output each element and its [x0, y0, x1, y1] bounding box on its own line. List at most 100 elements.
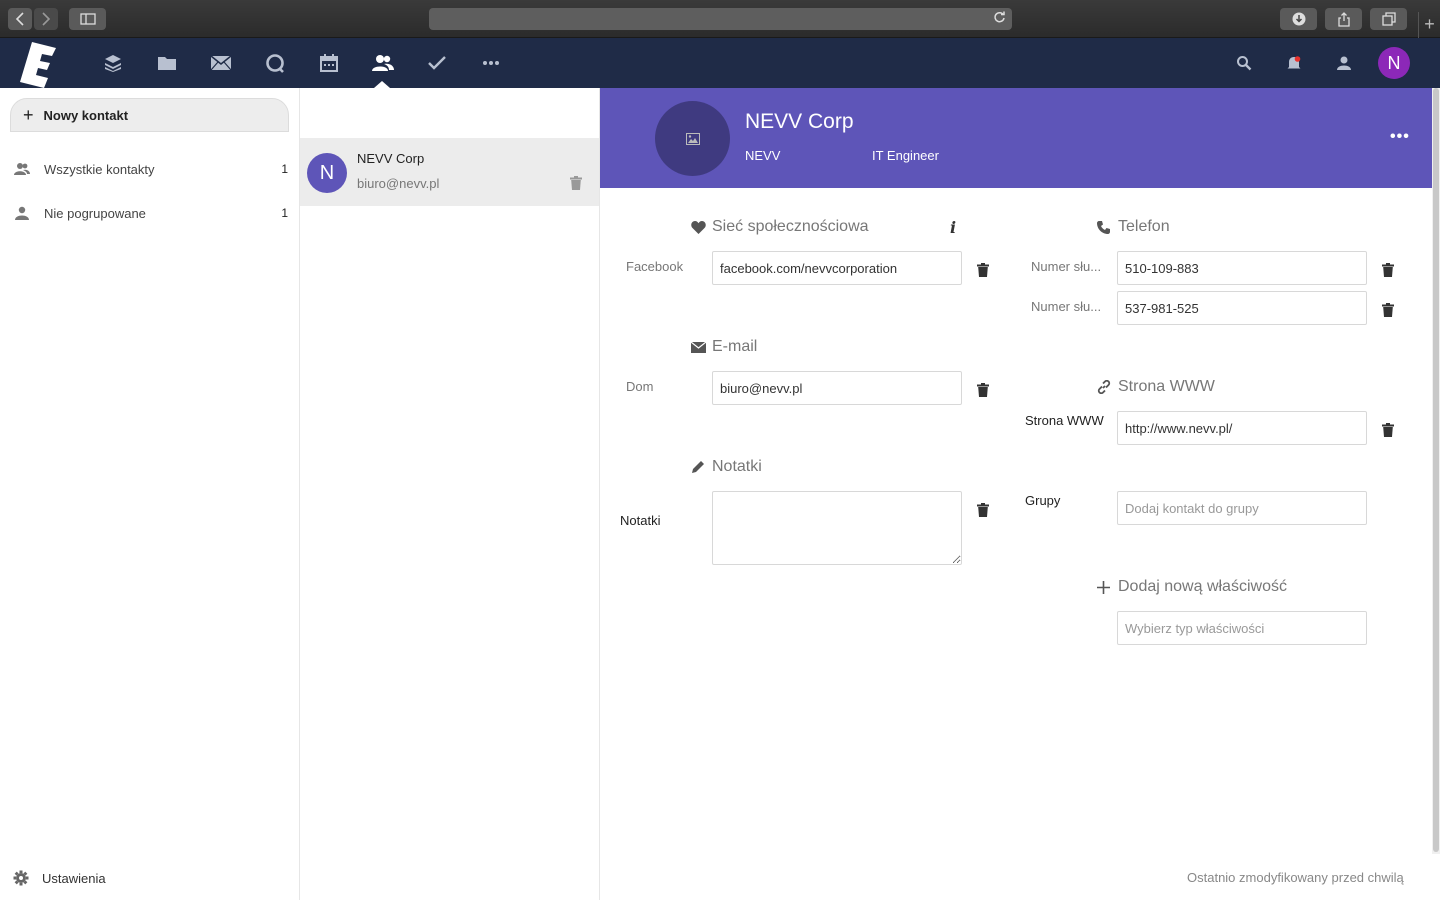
pencil-icon: [691, 460, 711, 474]
section-website: Strona WWW: [1097, 378, 1215, 396]
info-button[interactable]: i: [950, 218, 956, 237]
sidebar-item-ungrouped[interactable]: Nie pogrupowane 1: [0, 198, 300, 228]
trash-icon: [977, 503, 989, 517]
plus-icon: +: [23, 104, 34, 125]
contact-job-title[interactable]: IT Engineer: [872, 148, 939, 163]
property-type-select[interactable]: Wybierz typ właściwości: [1117, 611, 1367, 645]
phone-input[interactable]: 510-109-883: [1117, 251, 1367, 285]
nav-more[interactable]: [479, 51, 503, 75]
delete-website-button[interactable]: [1382, 423, 1396, 439]
sidebar-item-label: Wszystkie kontakty: [44, 161, 155, 177]
app-logo[interactable]: [18, 42, 68, 88]
image-icon: [685, 132, 700, 145]
sidebar-toggle-button[interactable]: [69, 8, 106, 30]
link-icon: [1097, 380, 1117, 394]
logo-icon: [20, 42, 56, 88]
delete-phone-button[interactable]: [1382, 303, 1396, 319]
social-input[interactable]: facebook.com/nevvcorporation: [712, 251, 962, 285]
group-icon: [0, 162, 44, 176]
email-type-label[interactable]: Dom: [626, 379, 653, 394]
download-icon: [1292, 12, 1305, 26]
phone-icon: [1097, 220, 1117, 234]
sidebar-item-label: Nie pogrupowane: [44, 205, 146, 221]
delete-contact-button[interactable]: [570, 176, 584, 192]
tasks-icon: [428, 56, 446, 70]
section-title: Telefon: [1118, 218, 1170, 235]
section-social: Sieć społecznościowa: [691, 218, 869, 236]
last-modified-note: Ostatnio zmodyfikowany przed chwilą: [1187, 870, 1404, 885]
contact-avatar: N: [307, 153, 347, 193]
trash-icon: [977, 383, 989, 397]
nav-mail[interactable]: [209, 51, 233, 75]
user-icon: [0, 206, 44, 220]
new-tab-button[interactable]: +: [1418, 12, 1440, 38]
sidebar-item-count: 1: [281, 162, 288, 176]
notifications-button[interactable]: [1283, 52, 1305, 74]
sidebar-icon: [79, 13, 96, 25]
details-scrollbar[interactable]: [1432, 88, 1440, 854]
section-notes: Notatki: [691, 458, 762, 476]
contact-details: NEVV Corp NEVV IT Engineer ••• Sieć społ…: [600, 88, 1432, 900]
website-input[interactable]: http://www.nevv.pl/: [1117, 411, 1367, 445]
section-email: E-mail: [691, 338, 757, 356]
download-button[interactable]: [1280, 8, 1317, 30]
search-button[interactable]: [1233, 52, 1255, 74]
nav-files[interactable]: [155, 51, 179, 75]
browser-toolbar: +: [0, 0, 1440, 38]
trash-icon: [1382, 303, 1394, 317]
address-bar[interactable]: [429, 8, 1012, 30]
section-phone: Telefon: [1097, 218, 1170, 236]
email-input[interactable]: biuro@nevv.pl: [712, 371, 962, 405]
heart-icon: [691, 220, 711, 234]
list-item[interactable]: N NEVV Corp biuro@nevv.pl: [300, 138, 599, 206]
contact-list: N NEVV Corp biuro@nevv.pl: [300, 88, 600, 900]
delete-social-button[interactable]: [977, 263, 991, 279]
section-title: Sieć społecznościowa: [712, 218, 869, 235]
share-icon: [1337, 11, 1350, 27]
back-button[interactable]: [8, 8, 32, 30]
user-icon: [1337, 56, 1351, 70]
nav-calendar[interactable]: [317, 51, 341, 75]
chevron-right-icon: [42, 12, 51, 26]
reload-icon[interactable]: [993, 11, 1006, 27]
section-title: Notatki: [712, 458, 762, 475]
phone-type-label[interactable]: Numer słu...: [1031, 299, 1101, 314]
settings-button[interactable]: Ustawienia: [0, 866, 300, 890]
delete-phone-button[interactable]: [1382, 263, 1396, 279]
nav-tasks[interactable]: [425, 51, 449, 75]
contact-photo[interactable]: [655, 101, 730, 176]
nav-dashboard[interactable]: [101, 51, 125, 75]
groups-input[interactable]: Dodaj kontakt do grupy: [1117, 491, 1367, 525]
contact-header: NEVV Corp NEVV IT Engineer •••: [600, 88, 1432, 188]
dashboard-icon: [105, 55, 121, 72]
section-title: Dodaj nową właściwość: [1118, 578, 1287, 595]
contact-display-name[interactable]: NEVV Corp: [745, 110, 854, 134]
search-icon: [1237, 56, 1252, 71]
settings-label: Ustawienia: [42, 870, 106, 886]
mail-icon: [210, 55, 232, 71]
nav-contacts[interactable]: [371, 51, 395, 75]
delete-notes-button[interactable]: [977, 503, 991, 519]
delete-email-button[interactable]: [977, 383, 991, 399]
user-avatar[interactable]: N: [1378, 47, 1410, 79]
tabs-button[interactable]: [1370, 8, 1407, 30]
tabs-icon: [1381, 12, 1396, 26]
notes-label: Notatki: [620, 513, 661, 528]
social-type-label[interactable]: Facebook: [626, 259, 683, 274]
notes-textarea[interactable]: [712, 491, 962, 565]
contact-organization[interactable]: NEVV: [745, 148, 780, 163]
section-title: Strona WWW: [1118, 378, 1215, 395]
groups-label: Grupy: [1025, 493, 1061, 508]
new-contact-button[interactable]: + Nowy kontakt: [10, 98, 289, 132]
phone-input[interactable]: 537-981-525: [1117, 291, 1367, 325]
sidebar-item-all-contacts[interactable]: Wszystkie kontakty 1: [0, 154, 300, 184]
phone-type-label[interactable]: Numer słu...: [1031, 259, 1101, 274]
share-button[interactable]: [1325, 8, 1362, 30]
nav-talk[interactable]: [263, 51, 287, 75]
plus-icon: [1097, 580, 1117, 594]
section-title: E-mail: [712, 338, 758, 355]
forward-button[interactable]: [34, 8, 58, 30]
contacts-menu-button[interactable]: [1333, 52, 1355, 74]
contact-menu-button[interactable]: •••: [1390, 128, 1410, 146]
add-property-button[interactable]: Dodaj nową właściwość: [1097, 578, 1287, 596]
